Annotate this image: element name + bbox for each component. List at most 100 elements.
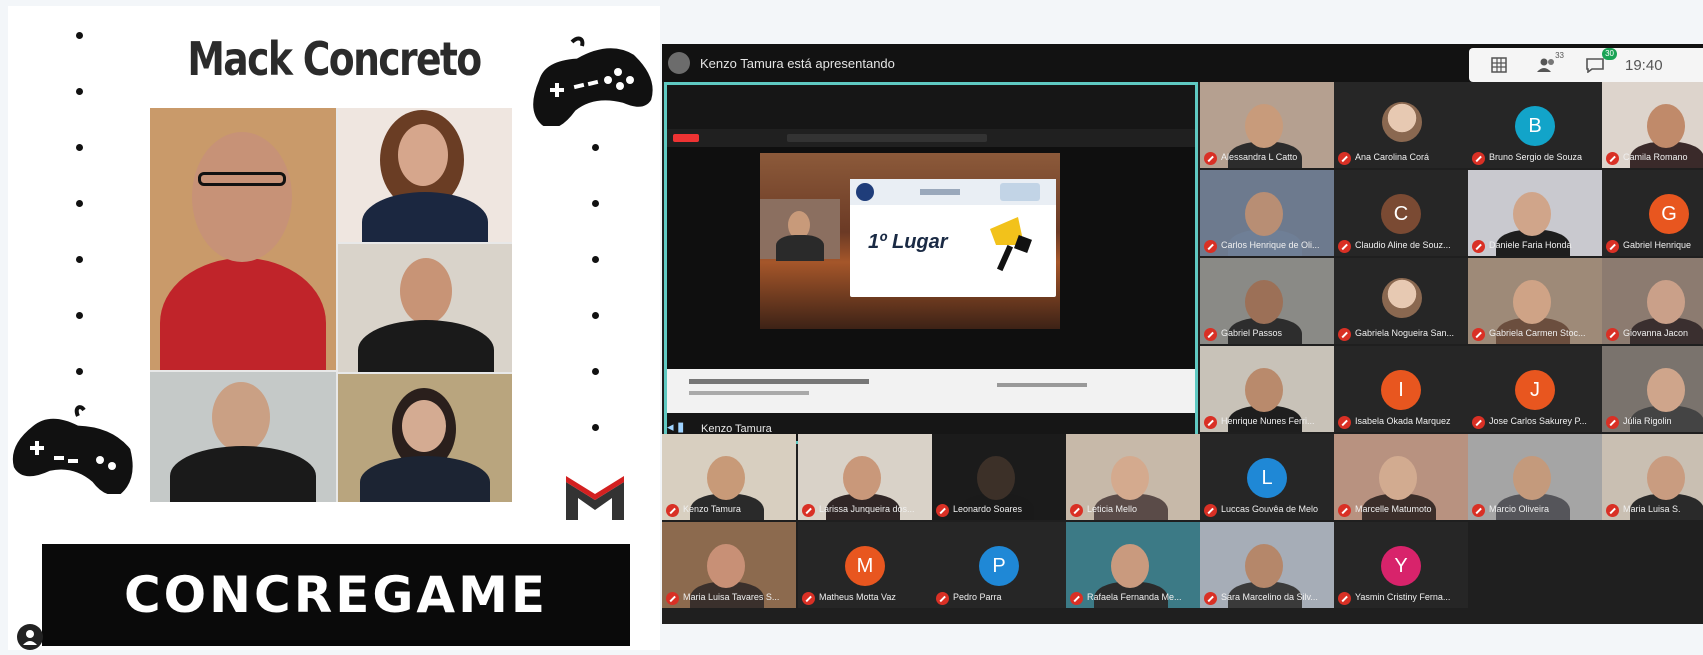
user-icon[interactable] [17, 624, 43, 650]
participant-face [1111, 456, 1149, 500]
mic-muted-icon [1338, 240, 1351, 253]
participant-name: Bruno Sergio de Souza [1489, 152, 1583, 162]
participant-tile[interactable]: Maria Luisa Tavares S... [662, 522, 796, 608]
team-photo [150, 108, 336, 370]
participant-tile[interactable]: Giovanna Jacon [1602, 258, 1703, 344]
participant-tile[interactable]: Larissa Junqueira dos... [798, 434, 932, 520]
mic-muted-icon [1204, 592, 1217, 605]
participant-tile[interactable]: Júlia Rigolin [1602, 346, 1703, 432]
participant-tile[interactable]: Camila Romano [1602, 82, 1703, 168]
participant-name: Gabriela Carmen Stoc... [1489, 328, 1586, 338]
participant-name: Carlos Henrique de Oli... [1221, 240, 1320, 250]
participant-tile[interactable]: Marcelle Matumoto [1334, 434, 1468, 520]
participant-face [1513, 280, 1551, 324]
microphone-icon: ◂ ▮ [667, 419, 685, 434]
participant-tile[interactable]: M Matheus Motta Vaz [798, 522, 932, 608]
participant-name: Claudio Aline de Souz... [1355, 240, 1451, 250]
participant-name: Yasmin Cristiny Ferna... [1355, 592, 1451, 602]
participant-tile[interactable]: L Luccas Gouvêa de Melo [1200, 434, 1334, 520]
mic-muted-icon [1606, 328, 1619, 341]
participant-name: Gabriela Nogueira San... [1355, 328, 1455, 338]
participant-name: Júlia Rigolin [1623, 416, 1672, 426]
participant-face [1245, 544, 1283, 588]
participant-name: Jose Carlos Sakurey P... [1489, 416, 1587, 426]
participant-tile[interactable]: Kenzo Tamura [662, 434, 796, 520]
megaphone-icon [990, 217, 1032, 272]
mic-muted-icon [666, 592, 679, 605]
concregame-banner: CONCREGAME [42, 544, 630, 646]
mic-muted-icon [1204, 152, 1217, 165]
participant-tile[interactable]: Ana Carolina Corá [1334, 82, 1468, 168]
team-photo-collage [150, 108, 512, 502]
participant-name: Ana Carolina Corá [1355, 152, 1430, 162]
participant-tile[interactable]: Carlos Henrique de Oli... [1200, 170, 1334, 256]
chat-button[interactable]: 30 [1577, 48, 1617, 76]
participant-face [1647, 368, 1685, 412]
participant-initial-avatar: J [1515, 370, 1555, 410]
participant-face [843, 456, 881, 500]
banner-text: CONCREGAME [123, 566, 549, 624]
participant-tile[interactable]: Gabriela Nogueira San... [1334, 258, 1468, 344]
grid-layout-button[interactable] [1481, 54, 1517, 76]
mic-muted-icon [1338, 152, 1351, 165]
participant-tile[interactable]: Maria Luisa S. [1602, 434, 1703, 520]
participant-face [707, 544, 745, 588]
participant-tile[interactable]: Henrique Nunes Ferri... [1200, 346, 1334, 432]
mic-muted-icon [1204, 416, 1217, 429]
participant-face [1379, 456, 1417, 500]
participant-tile[interactable]: J Jose Carlos Sakurey P... [1468, 346, 1602, 432]
participant-face [1513, 456, 1551, 500]
mic-muted-icon [802, 504, 815, 517]
participant-name: Camila Romano [1623, 152, 1688, 162]
participant-tile[interactable]: Daniele Faria Honda [1468, 170, 1602, 256]
mic-muted-icon [1070, 592, 1083, 605]
mic-muted-icon [1472, 416, 1485, 429]
participant-name: Rafaela Fernanda Me... [1087, 592, 1182, 602]
mic-muted-icon [1606, 240, 1619, 253]
participant-face [977, 456, 1015, 500]
participant-tile[interactable]: Sara Marcelino da Silv... [1200, 522, 1334, 608]
participant-tile[interactable]: Gabriela Carmen Stoc... [1468, 258, 1602, 344]
participant-tile[interactable]: Marcio Oliveira [1468, 434, 1602, 520]
shared-browser-toolbar [667, 129, 1195, 147]
participant-tile[interactable]: Gabriel Passos [1200, 258, 1334, 344]
mic-muted-icon [1204, 504, 1217, 517]
mic-muted-icon [1338, 416, 1351, 429]
mic-muted-icon [1606, 504, 1619, 517]
gamepad-icon [12, 405, 133, 494]
mic-muted-icon [1204, 240, 1217, 253]
participant-tile[interactable]: Rafaela Fernanda Me... [1066, 522, 1200, 608]
speaker-video-mini [760, 199, 840, 261]
participants-button[interactable]: 33 [1529, 51, 1565, 76]
participant-face [1245, 280, 1283, 324]
participant-tile[interactable]: Y Yasmin Cristiny Ferna... [1334, 522, 1468, 608]
participant-name: Luccas Gouvêa de Melo [1221, 504, 1319, 514]
mic-muted-icon [936, 592, 949, 605]
participant-name: Marcio Oliveira [1489, 504, 1550, 514]
award-title: 1º Lugar [868, 231, 948, 253]
participant-tile[interactable]: I Isabela Okada Marquez [1334, 346, 1468, 432]
gamepad-icon [533, 36, 653, 126]
participant-tile[interactable]: Alessandra L Catto [1200, 82, 1334, 168]
shared-screen: 1º Lugar [667, 129, 1195, 413]
video-meeting-window: Kenzo Tamura está apresentando 33 30 19:… [662, 44, 1703, 624]
mic-muted-icon [936, 504, 949, 517]
participant-name: Gabriel Henrique [1623, 240, 1692, 250]
participant-name: Sara Marcelino da Silv... [1221, 592, 1318, 602]
participant-photo-avatar [1382, 278, 1422, 318]
screen-share-tile[interactable]: 1º Lugar ◂ ▮ Kenzo Tamura [664, 82, 1198, 444]
participant-tile[interactable]: Leonardo Soares [932, 434, 1066, 520]
participant-initial-avatar: Y [1381, 546, 1421, 586]
participant-tile[interactable]: P Pedro Parra [932, 522, 1066, 608]
mic-muted-icon [1606, 152, 1619, 165]
participant-tile[interactable]: C Claudio Aline de Souz... [1334, 170, 1468, 256]
participant-name: Larissa Junqueira dos... [819, 504, 915, 514]
participant-tile[interactable]: B Bruno Sergio de Souza [1468, 82, 1602, 168]
chat-badge: 30 [1602, 48, 1617, 60]
participant-tile[interactable]: Leticia Mello [1066, 434, 1200, 520]
participant-name: Isabela Okada Marquez [1355, 416, 1451, 426]
participant-tile[interactable]: G Gabriel Henrique [1602, 170, 1703, 256]
participant-name: Giovanna Jacon [1623, 328, 1689, 338]
participant-face [1245, 192, 1283, 236]
participant-initial-avatar: B [1515, 106, 1555, 146]
